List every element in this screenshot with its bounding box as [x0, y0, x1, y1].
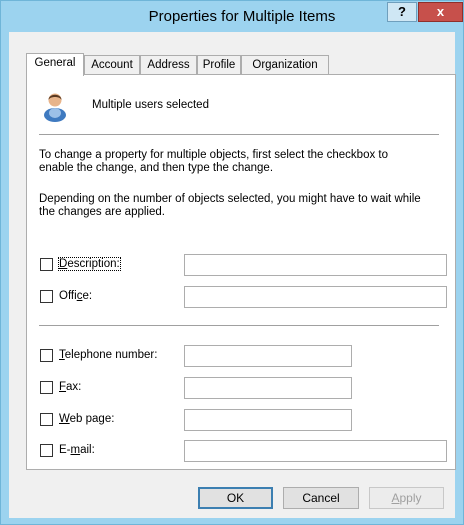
office-checkbox[interactable] [40, 290, 53, 303]
cancel-button[interactable]: Cancel [283, 487, 359, 509]
separator [39, 134, 439, 135]
tab-profile[interactable]: Profile [197, 55, 241, 75]
title-bar[interactable]: Properties for Multiple Items ? x [1, 1, 463, 31]
email-input[interactable] [184, 440, 447, 462]
instruction-text: To change a property for multiple object… [39, 149, 389, 174]
ok-button[interactable]: OK [198, 487, 273, 509]
wait-notice-text: Depending on the number of objects selec… [39, 193, 421, 218]
webpage-label[interactable]: Web page: [59, 413, 114, 425]
selection-status: Multiple users selected [92, 99, 209, 111]
tab-general[interactable]: General [26, 53, 84, 76]
telephone-label[interactable]: Telephone number: [59, 349, 157, 361]
help-button[interactable]: ? [387, 2, 417, 22]
properties-dialog: Properties for Multiple Items ? x Genera… [0, 0, 464, 525]
telephone-checkbox[interactable] [40, 349, 53, 362]
separator [39, 325, 439, 326]
general-tab-panel: Multiple users selected To change a prop… [26, 74, 456, 470]
description-checkbox[interactable] [40, 258, 53, 271]
telephone-input[interactable] [184, 345, 352, 367]
office-label[interactable]: Office: [59, 290, 92, 302]
tab-address[interactable]: Address [140, 55, 197, 75]
dialog-body: General Account Address Profile Organiza… [9, 32, 456, 518]
fax-label[interactable]: Fax: [59, 381, 81, 393]
webpage-input[interactable] [184, 409, 352, 431]
close-button[interactable]: x [418, 2, 463, 22]
office-input[interactable] [184, 286, 447, 308]
tab-organization[interactable]: Organization [241, 55, 329, 75]
user-icon [44, 93, 66, 122]
tab-account[interactable]: Account [84, 55, 140, 75]
email-label[interactable]: E-mail: [59, 444, 95, 456]
description-input[interactable] [184, 254, 447, 276]
description-label[interactable]: Description: [58, 257, 121, 271]
apply-button[interactable]: Apply [369, 487, 444, 509]
email-checkbox[interactable] [40, 444, 53, 457]
webpage-checkbox[interactable] [40, 413, 53, 426]
fax-checkbox[interactable] [40, 381, 53, 394]
fax-input[interactable] [184, 377, 352, 399]
